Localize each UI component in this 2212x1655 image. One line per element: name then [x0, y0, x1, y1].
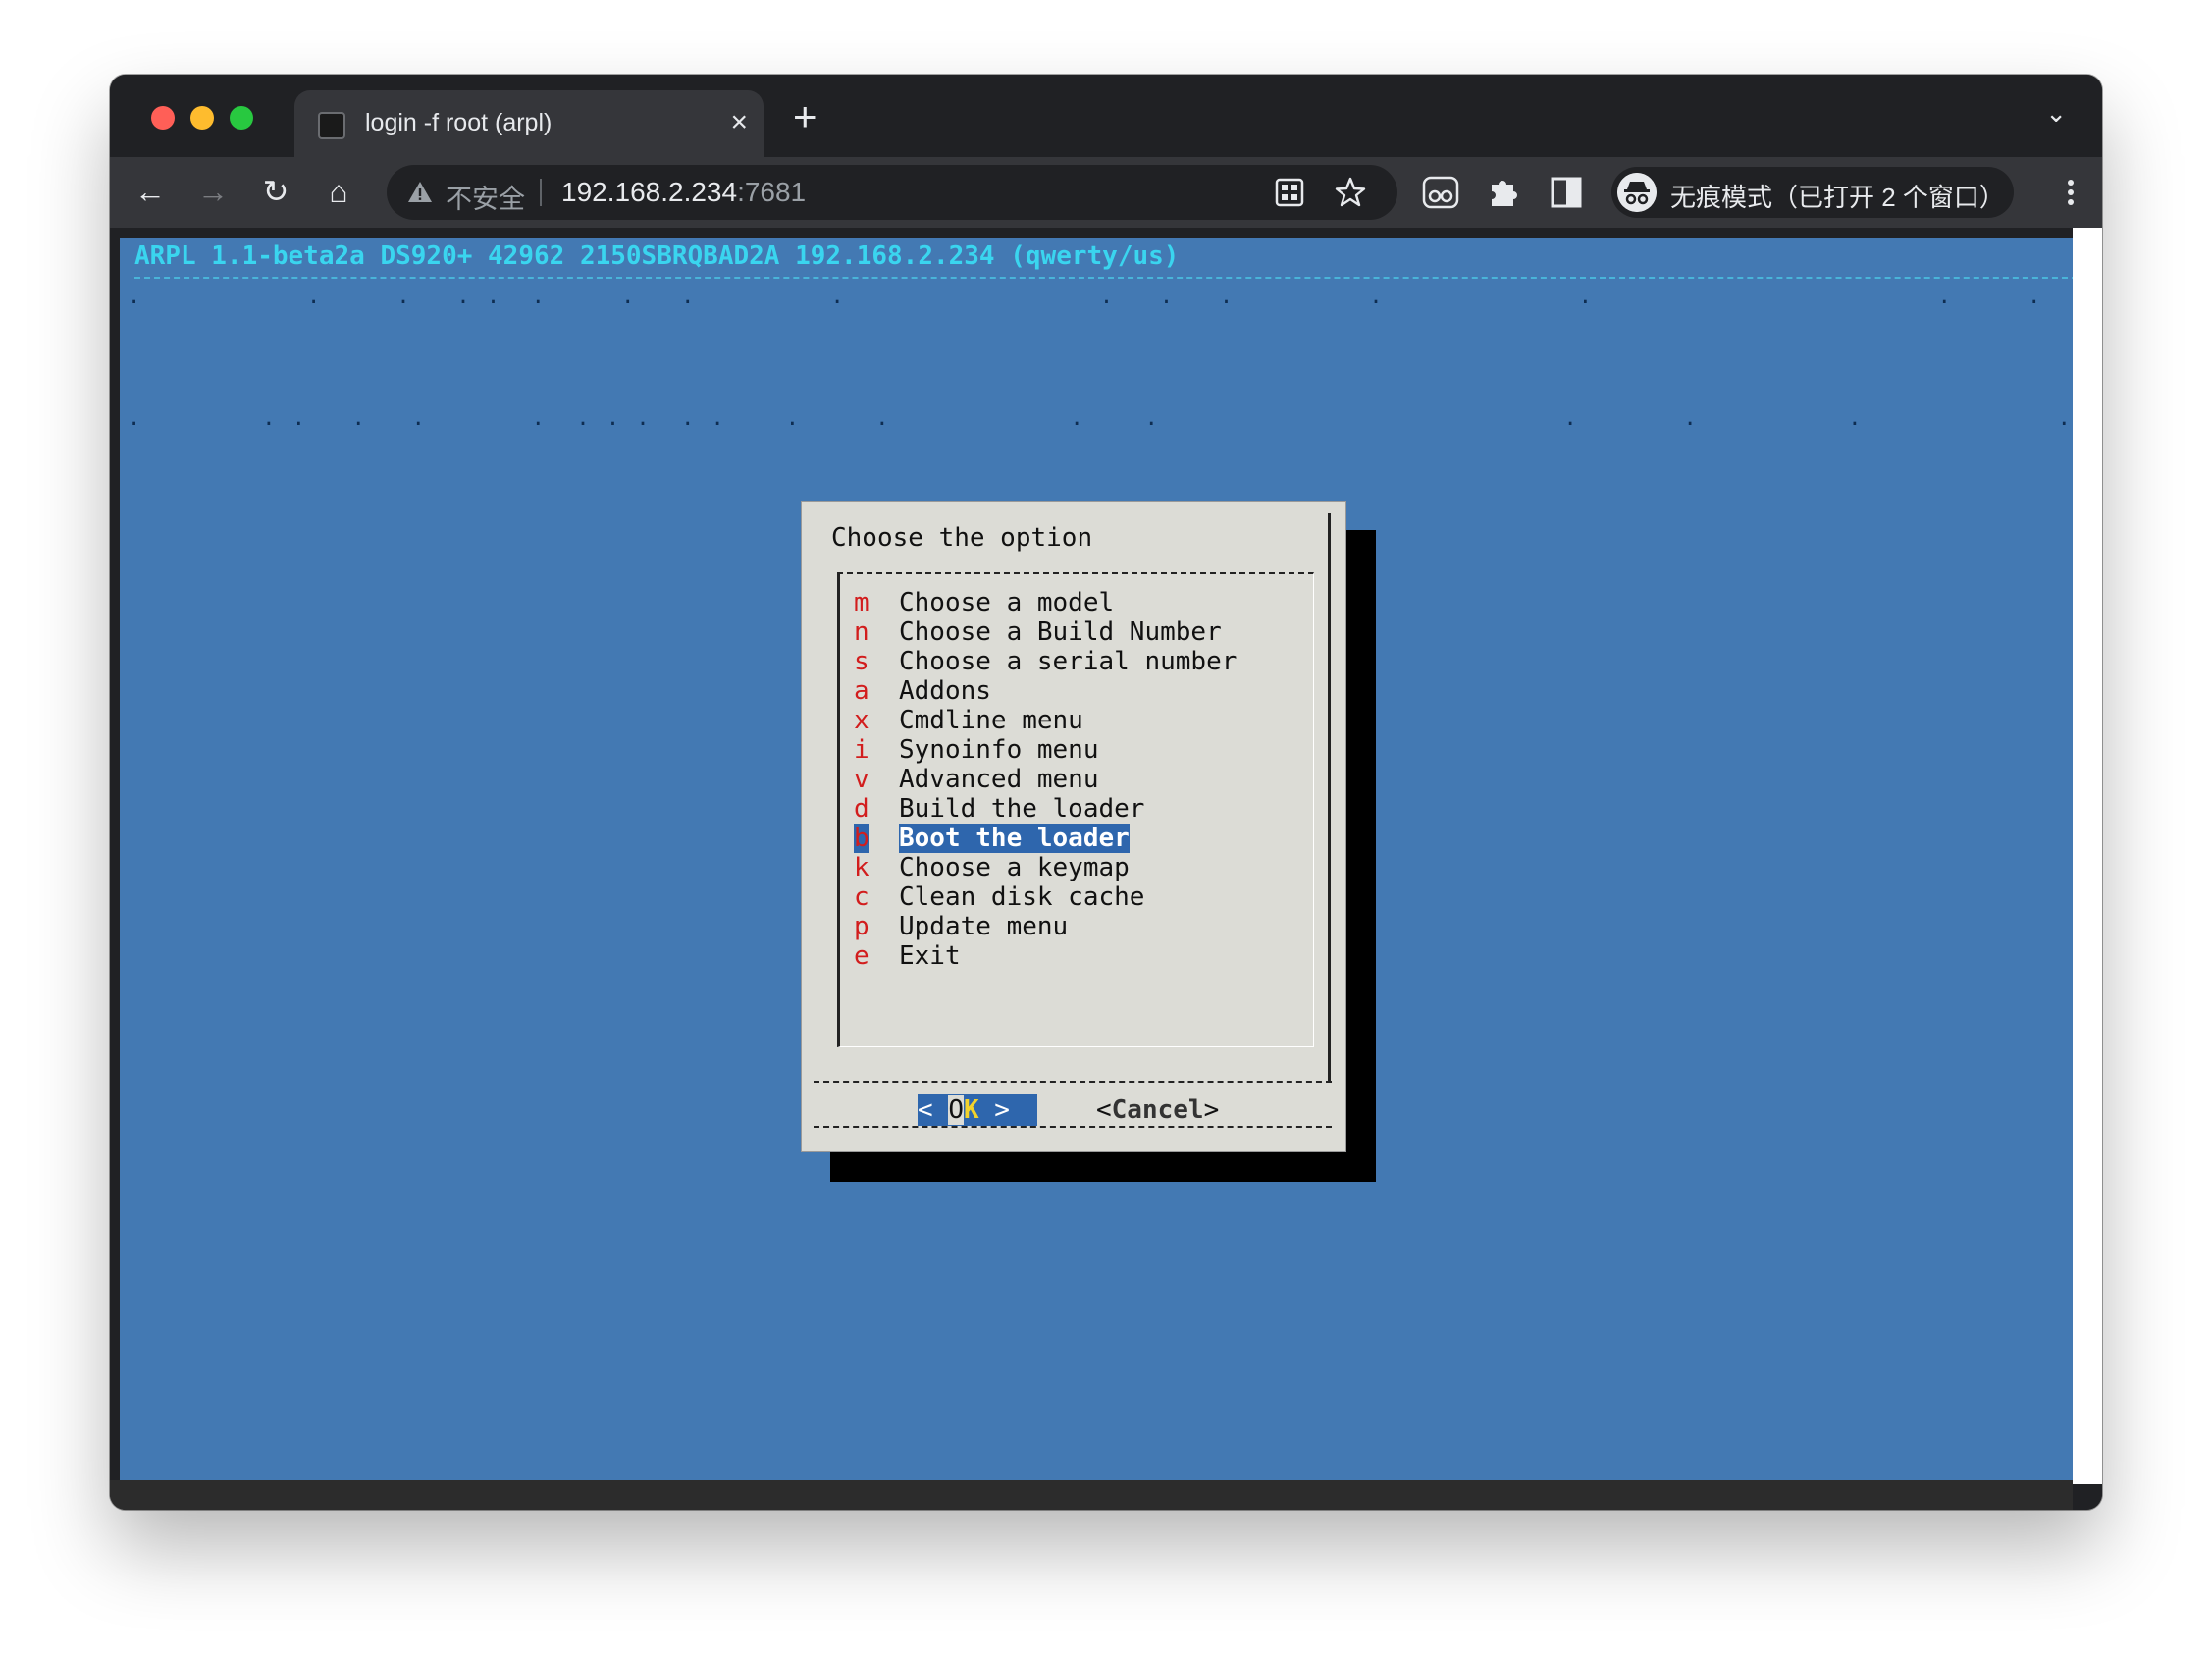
url-text[interactable]: 192.168.2.234:7681 [561, 177, 806, 208]
eyes-extension-icon[interactable] [1421, 173, 1460, 212]
terminal-screen[interactable]: ARPL 1.1-beta2a DS920+ 42962 2150SBRQBAD… [120, 238, 2073, 1480]
reload-icon[interactable]: ↻ [253, 169, 298, 214]
home-icon[interactable]: ⌂ [316, 169, 361, 214]
menu-item-hotkey: e [854, 941, 869, 971]
omnibox-divider [540, 179, 542, 206]
address-bar[interactable]: 不安全 192.168.2.234:7681 [387, 165, 1397, 220]
menu-item-label: Update menu [899, 912, 1069, 941]
menu-item-label: Choose a serial number [899, 647, 1238, 676]
ok-letter-k: K [963, 1095, 979, 1125]
incognito-label: 无痕模式（已打开 2 个窗口） [1670, 183, 2005, 212]
new-tab-button[interactable]: + [793, 96, 817, 137]
menu-item-label: Boot the loader [899, 824, 1130, 853]
menu-item-label: Clean disk cache [899, 882, 1145, 912]
url-port: :7681 [737, 177, 807, 207]
menu-item-label: Build the loader [899, 794, 1145, 824]
menu-item-label: Synoinfo menu [899, 735, 1099, 765]
url-host: 192.168.2.234 [561, 177, 738, 207]
terminal-bottom-bar [110, 1480, 2073, 1510]
more-menu-icon[interactable] [2053, 175, 2088, 210]
menu-item-hotkey: d [854, 794, 869, 824]
dialog-title: Choose the option [831, 523, 1093, 553]
dialog-frame-right [1328, 513, 1331, 1081]
menu-item-hotkey: k [854, 853, 869, 882]
ok-button[interactable]: < OK > [918, 1094, 1037, 1126]
menu-item-label: Cmdline menu [899, 706, 1083, 735]
not-secure-label[interactable]: 不安全 [446, 178, 525, 216]
forward-arrow-icon[interactable]: → [190, 169, 236, 214]
menu-item-hotkey: s [854, 647, 869, 676]
cancel-button[interactable]: <Cancel> [1096, 1094, 1219, 1126]
screen-artifact: . . . . . . . . . . . . . . . . . . . [128, 406, 2073, 431]
menu-item-hotkey: p [854, 912, 869, 941]
page-viewport: ARPL 1.1-beta2a DS920+ 42962 2150SBRQBAD… [110, 228, 2102, 1510]
cancel-word: Cancel [1111, 1095, 1204, 1125]
bookmark-star-icon[interactable] [1333, 175, 1368, 210]
tab-active[interactable]: login -f root (arpl) × [294, 90, 764, 157]
backtitle: ARPL 1.1-beta2a DS920+ 42962 2150SBRQBAD… [134, 241, 1180, 271]
tab-strip: login -f root (arpl) × + ⌄ [110, 75, 2102, 157]
ok-bracket-left: < [918, 1095, 949, 1125]
tab-search-chevron-icon[interactable]: ⌄ [2045, 98, 2067, 129]
menu-item-label: Advanced menu [899, 765, 1099, 794]
menu-item-hotkey: x [854, 706, 869, 735]
menu-item-label: Choose a keymap [899, 853, 1130, 882]
browser-window: login -f root (arpl) × + ⌄ ← → ↻ ⌂ 不安全 1… [110, 75, 2102, 1510]
menu-item-hotkey: m [854, 588, 869, 617]
terminal-favicon-icon [318, 112, 345, 139]
cancel-bracket-right: > [1203, 1095, 1220, 1125]
menu-item-hotkey: v [854, 765, 869, 794]
menu-item-label: Choose a Build Number [899, 617, 1222, 647]
zoom-window-button[interactable] [230, 106, 253, 130]
backtitle-rule [134, 277, 2073, 279]
ok-bracket-right: > [978, 1095, 1010, 1125]
cancel-bracket-left: < [1096, 1095, 1112, 1125]
page-scrollbar[interactable] [2073, 228, 2102, 1484]
menu-item-hotkey: n [854, 617, 869, 647]
button-divider [814, 1081, 1332, 1083]
menu-item-label: Addons [899, 676, 991, 706]
menu-item-hotkey: b [854, 824, 869, 853]
back-arrow-icon[interactable]: ← [128, 169, 173, 214]
menu-dialog: Choose the option m Choose a model n Choose… [801, 501, 1346, 1152]
screen-artifact: . . . . . . . . . . . . . . . . . . . . … [128, 285, 2043, 309]
incognito-avatar-icon [1617, 173, 1657, 212]
extensions-puzzle-icon[interactable] [1484, 173, 1523, 212]
menu-item-label: Choose a model [899, 588, 1115, 617]
ok-letter-o: O [948, 1095, 964, 1125]
translate-icon[interactable] [1272, 175, 1307, 210]
warning-triangle-icon [408, 182, 432, 202]
browser-toolbar: ← → ↻ ⌂ 不安全 192.168.2.234:7681 无痕模式（已打开 … [110, 157, 2102, 228]
tab-title: login -f root (arpl) [365, 109, 553, 136]
menu-item-hotkey: a [854, 676, 869, 706]
minimize-window-button[interactable] [190, 106, 214, 130]
menu-item-hotkey: c [854, 882, 869, 912]
menu-item-label: Exit [899, 941, 961, 971]
close-window-button[interactable] [151, 106, 175, 130]
side-panel-icon[interactable] [1547, 173, 1586, 212]
dialog-bottom-border [814, 1126, 1332, 1128]
tab-close-icon[interactable]: × [730, 108, 748, 137]
incognito-indicator[interactable]: 无痕模式（已打开 2 个窗口） [1611, 167, 2014, 218]
menu-item-hotkey: i [854, 735, 869, 765]
